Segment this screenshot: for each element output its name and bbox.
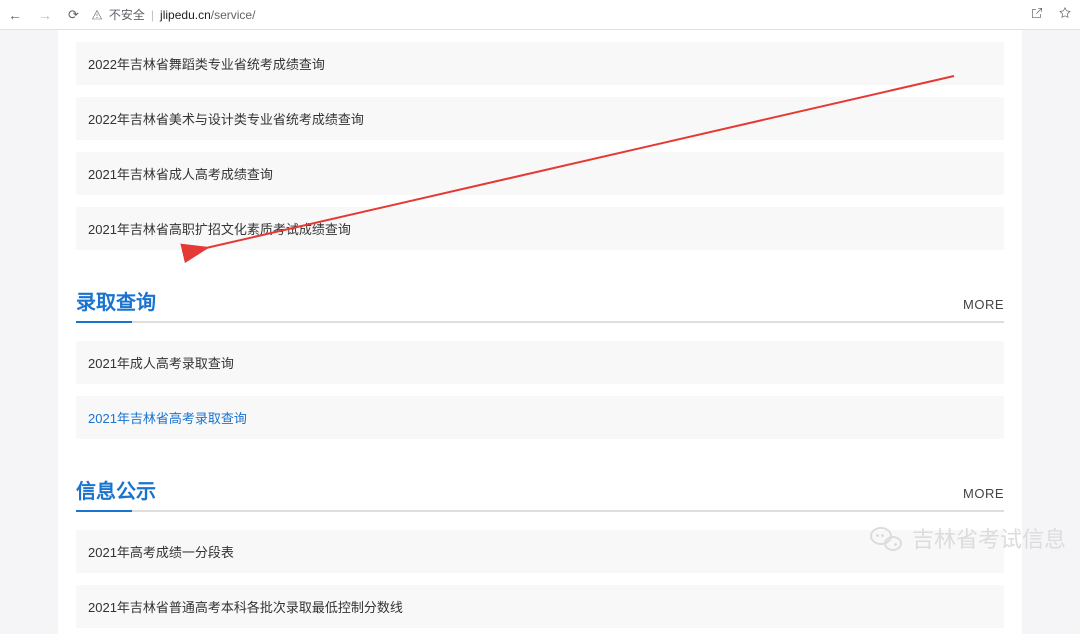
address-bar[interactable]: 不安全 | jlipedu.cn/service/: [91, 6, 256, 23]
url-text: jlipedu.cn/service/: [160, 8, 255, 22]
bookmark-star-icon[interactable]: [1058, 6, 1072, 23]
score-section-body: 2022年吉林省舞蹈类专业省统考成绩查询 2022年吉林省美术与设计类专业省统考…: [76, 30, 1004, 250]
page-content: 2022年吉林省舞蹈类专业省统考成绩查询 2022年吉林省美术与设计类专业省统考…: [58, 30, 1022, 634]
info-section-head: 信息公示 MORE: [76, 475, 1004, 504]
more-link-info[interactable]: MORE: [963, 486, 1004, 501]
list-item[interactable]: 2022年吉林省舞蹈类专业省统考成绩查询: [76, 42, 1004, 85]
list-item[interactable]: 2021年吉林省高考录取查询: [76, 396, 1004, 439]
list-item[interactable]: 2022年吉林省美术与设计类专业省统考成绩查询: [76, 97, 1004, 140]
share-icon[interactable]: [1030, 6, 1044, 23]
toolbar-right: [1030, 6, 1072, 23]
addr-divider: |: [151, 8, 154, 22]
list-item[interactable]: 2021年吉林省普通高考本科各批次录取最低控制分数线: [76, 585, 1004, 628]
not-secure-label: 不安全: [109, 6, 145, 23]
list-item[interactable]: 2021年吉林省成人高考成绩查询: [76, 152, 1004, 195]
section-title-info: 信息公示: [76, 475, 156, 504]
url-host: jlipedu.cn: [160, 8, 211, 22]
reload-button[interactable]: ⟳: [68, 7, 79, 23]
list-item[interactable]: 2021年吉林省高职扩招文化素质考试成绩查询: [76, 207, 1004, 250]
back-button[interactable]: ←: [8, 8, 22, 22]
forward-button[interactable]: →: [38, 8, 52, 22]
list-item[interactable]: 2021年成人高考录取查询: [76, 341, 1004, 384]
info-section-body: 2021年高考成绩一分段表 2021年吉林省普通高考本科各批次录取最低控制分数线: [76, 512, 1004, 628]
browser-toolbar: ← → ⟳ 不安全 | jlipedu.cn/service/: [0, 0, 1080, 30]
more-link-admission[interactable]: MORE: [963, 297, 1004, 312]
url-path: /service/: [211, 8, 256, 22]
admission-section-head: 录取查询 MORE: [76, 286, 1004, 315]
section-title-admission: 录取查询: [76, 286, 156, 315]
admission-section-body: 2021年成人高考录取查询 2021年吉林省高考录取查询: [76, 323, 1004, 439]
not-secure-icon: [91, 9, 103, 21]
nav-arrows: ← → ⟳: [8, 7, 79, 23]
list-item[interactable]: 2021年高考成绩一分段表: [76, 530, 1004, 573]
